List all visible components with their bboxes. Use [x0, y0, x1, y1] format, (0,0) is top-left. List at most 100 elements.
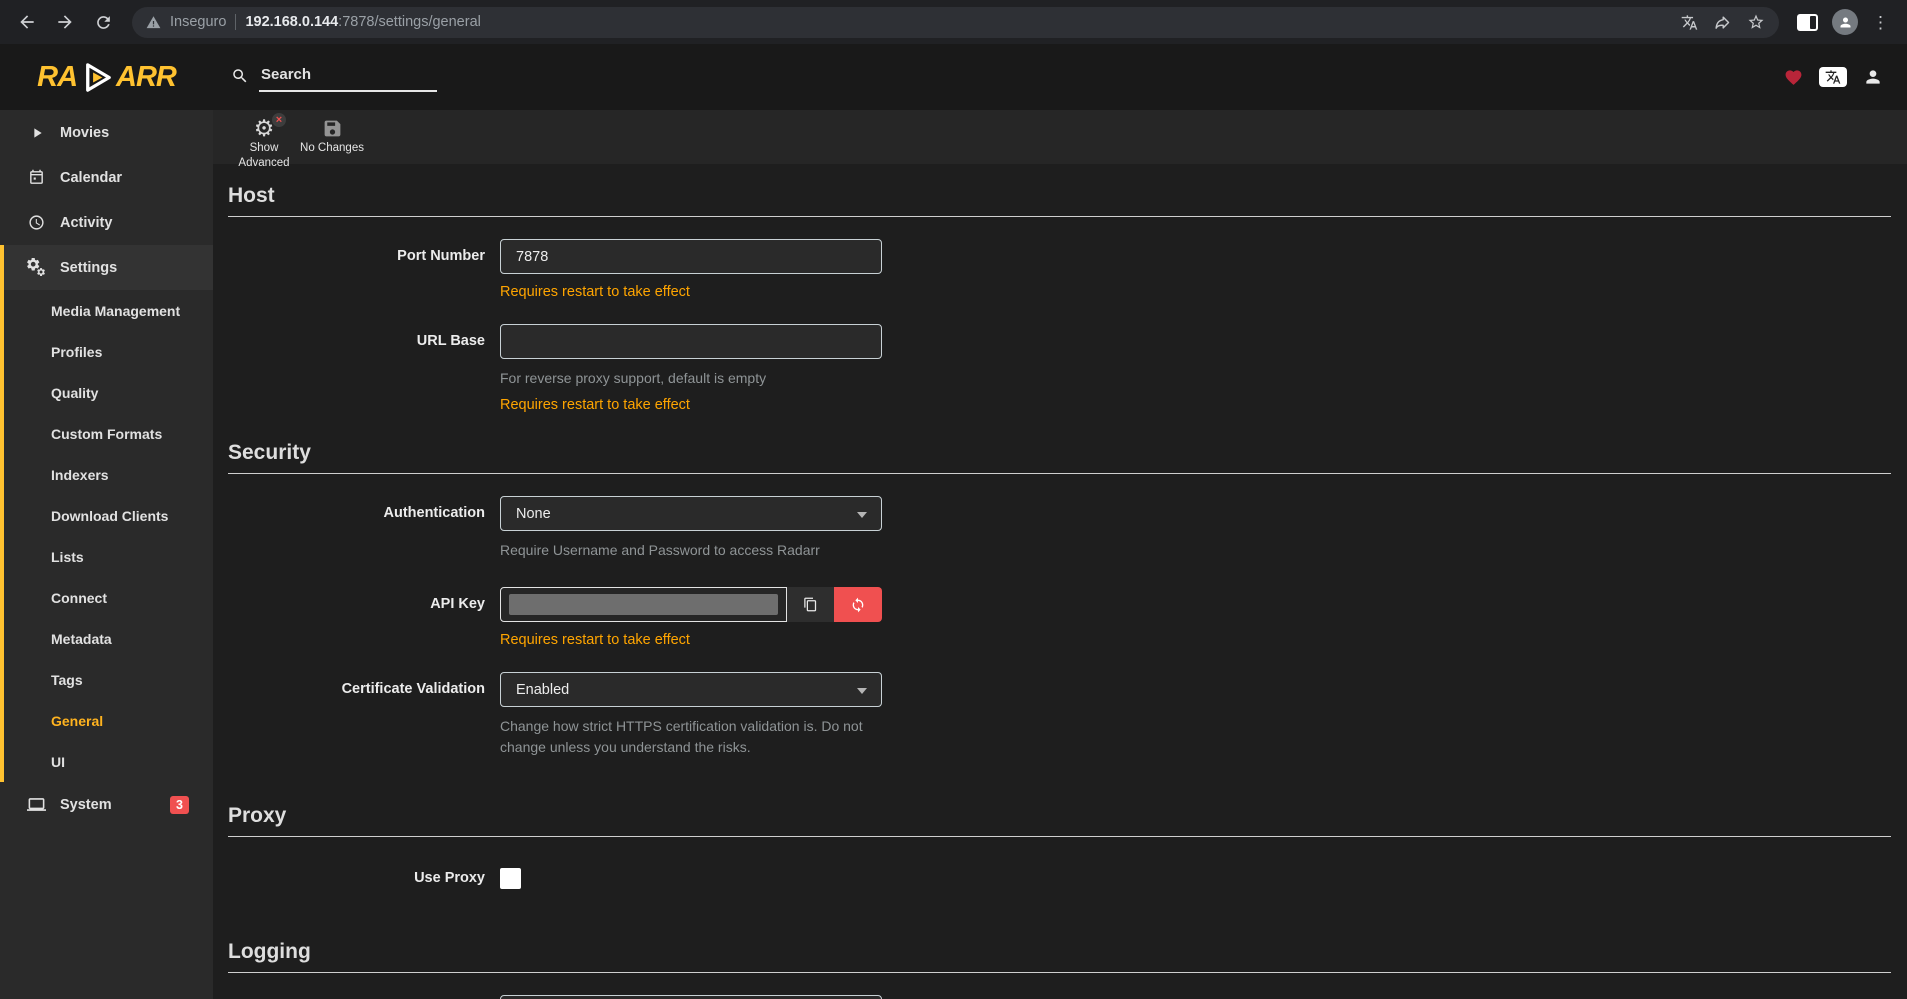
section-logging: Logging Log Level Info — [228, 940, 1891, 999]
play-triangle-icon — [79, 60, 114, 95]
search-icon — [231, 67, 249, 85]
api-key-label: API Key — [228, 587, 500, 622]
sidebar-item-tags[interactable]: Tags — [4, 659, 213, 700]
back-icon[interactable] — [10, 5, 44, 39]
sidebar-item-label: Calendar — [60, 170, 122, 186]
certificate-validation-helper: Change how strict HTTPS certification va… — [500, 716, 882, 758]
sidebar-item-lists[interactable]: Lists — [4, 536, 213, 577]
logo-text-left: RA — [37, 61, 77, 94]
form-row-authentication: Authentication None Require Username and… — [228, 496, 1891, 561]
system-badge: 3 — [170, 796, 189, 814]
save-button[interactable]: No Changes — [299, 115, 365, 156]
translate-icon[interactable] — [1819, 67, 1847, 87]
sidebar-item-general[interactable]: General — [4, 700, 213, 741]
section-title-logging: Logging — [228, 940, 1891, 973]
sidebar-item-settings[interactable]: Settings — [4, 245, 213, 290]
sub-item-label: Download Clients — [51, 508, 168, 524]
star-icon[interactable] — [1747, 13, 1765, 31]
side-panel-icon[interactable] — [1797, 14, 1818, 31]
screen: Inseguro 192.168.0.144:7878/settings/gen… — [0, 0, 1907, 999]
log-level-select[interactable]: Info — [500, 995, 882, 999]
radarr-logo[interactable]: RA ARR — [0, 60, 213, 95]
sub-item-label: Connect — [51, 590, 107, 606]
sub-item-label: Quality — [51, 385, 98, 401]
form-row-use-proxy: Use Proxy — [228, 861, 1891, 896]
sidebar-item-ui[interactable]: UI — [4, 741, 213, 782]
sidebar-item-system[interactable]: System 3 — [0, 782, 213, 827]
section-proxy: Proxy Use Proxy — [228, 804, 1891, 896]
section-host: Host Port Number Requires restart to tak… — [228, 184, 1891, 413]
section-title-security: Security — [228, 441, 1891, 474]
search-bar — [231, 63, 437, 92]
api-key-redacted-value — [509, 594, 778, 615]
sub-item-label: Profiles — [51, 344, 102, 360]
form-row-log-level: Log Level Info — [228, 995, 1891, 999]
page-toolbar: ⚙ × Show Advanced No Changes — [213, 110, 1907, 164]
address-bar[interactable]: Inseguro 192.168.0.144:7878/settings/gen… — [132, 7, 1779, 38]
heart-icon[interactable] — [1784, 68, 1803, 87]
copy-api-key-button[interactable] — [787, 587, 834, 622]
browser-actions: ⋮ — [1791, 9, 1897, 35]
menu-dots-icon[interactable]: ⋮ — [1872, 14, 1889, 31]
sidebar-item-connect[interactable]: Connect — [4, 577, 213, 618]
authentication-value: None — [516, 506, 551, 522]
security-label: Inseguro — [170, 14, 226, 30]
save-icon — [322, 118, 343, 139]
gears-icon — [27, 258, 46, 277]
form-row-api-key: API Key — [228, 587, 1891, 648]
sidebar-item-media-management[interactable]: Media Management — [4, 290, 213, 331]
forward-icon[interactable] — [48, 5, 82, 39]
profile-icon[interactable] — [1832, 9, 1858, 35]
sidebar-item-custom-formats[interactable]: Custom Formats — [4, 413, 213, 454]
url-base-helper: For reverse proxy support, default is em… — [500, 368, 882, 389]
main-panel: ⚙ × Show Advanced No Changes — [213, 110, 1907, 999]
sidebar-item-metadata[interactable]: Metadata — [4, 618, 213, 659]
sidebar-item-label: Settings — [60, 260, 117, 276]
sidebar-item-label: System — [60, 797, 112, 813]
chevron-down-icon — [857, 512, 867, 518]
translate-icon[interactable] — [1681, 14, 1698, 31]
copy-icon — [803, 597, 818, 612]
url-base-label: URL Base — [228, 324, 500, 359]
sidebar-item-label: Activity — [60, 215, 112, 231]
sidebar-item-activity[interactable]: Activity — [0, 200, 213, 245]
sidebar-item-calendar[interactable]: Calendar — [0, 155, 213, 200]
chevron-down-icon — [857, 688, 867, 694]
show-advanced-button[interactable]: ⚙ × Show Advanced — [231, 115, 297, 171]
form-row-url-base: URL Base For reverse proxy support, defa… — [228, 324, 1891, 413]
logo-text-right: ARR — [116, 61, 176, 94]
use-proxy-checkbox[interactable] — [500, 868, 521, 889]
api-key-input[interactable] — [500, 587, 787, 622]
authentication-helper: Require Username and Password to access … — [500, 540, 882, 561]
sidebar-item-movies[interactable]: Movies — [0, 110, 213, 155]
share-icon[interactable] — [1714, 14, 1731, 31]
section-security: Security Authentication None Require Use… — [228, 441, 1891, 758]
laptop-icon — [27, 795, 46, 814]
sub-item-label: Lists — [51, 549, 84, 565]
app-header: RA ARR — [0, 44, 1907, 110]
certificate-validation-label: Certificate Validation — [228, 672, 500, 707]
browser-toolbar: Inseguro 192.168.0.144:7878/settings/gen… — [0, 0, 1907, 44]
sidebar-item-indexers[interactable]: Indexers — [4, 454, 213, 495]
sub-item-label: Media Management — [51, 303, 180, 319]
reload-icon[interactable] — [86, 5, 120, 39]
warning-triangle-icon — [146, 15, 161, 30]
authentication-label: Authentication — [228, 496, 500, 531]
play-icon — [27, 125, 46, 141]
sub-item-label: Indexers — [51, 467, 109, 483]
sub-item-label: Metadata — [51, 631, 112, 647]
port-restart-warning: Requires restart to take effect — [500, 284, 882, 300]
port-number-input[interactable] — [500, 239, 882, 274]
person-icon[interactable] — [1863, 67, 1883, 87]
sidebar-item-profiles[interactable]: Profiles — [4, 331, 213, 372]
certificate-validation-select[interactable]: Enabled — [500, 672, 882, 707]
search-input[interactable] — [259, 63, 437, 92]
url-base-input[interactable] — [500, 324, 882, 359]
sidebar-item-quality[interactable]: Quality — [4, 372, 213, 413]
regenerate-api-key-button[interactable] — [834, 587, 882, 622]
sidebar-item-download-clients[interactable]: Download Clients — [4, 495, 213, 536]
advanced-x-badge: × — [272, 113, 286, 127]
sub-item-label: General — [51, 713, 103, 729]
authentication-select[interactable]: None — [500, 496, 882, 531]
sub-item-label: Custom Formats — [51, 426, 162, 442]
